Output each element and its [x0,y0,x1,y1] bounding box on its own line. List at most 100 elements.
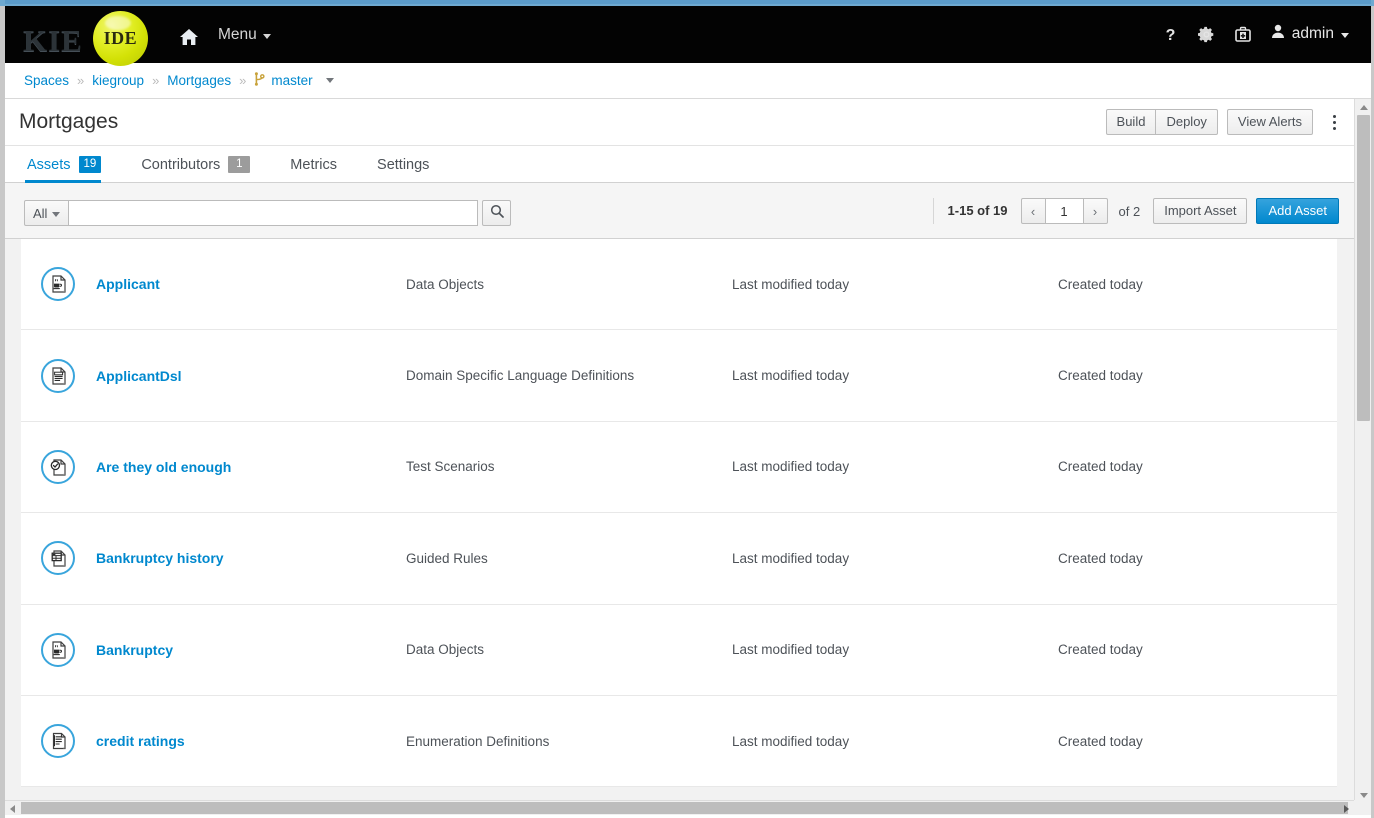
result-range-label: 1-15 of 19 [933,198,1008,224]
asset-last-modified: Last modified today [732,277,1058,292]
asset-last-modified: Last modified today [732,551,1058,566]
deploy-button[interactable]: Deploy [1155,109,1217,135]
tab-settings[interactable]: Settings [375,157,443,182]
asset-created: Created today [1058,277,1143,292]
breadcrumb-item-mortgages[interactable]: Mortgages [167,73,231,88]
table-row[interactable]: ApplicantDsl Domain Specific Language De… [21,330,1337,421]
home-icon[interactable] [178,27,200,47]
tab-metrics[interactable]: Metrics [288,157,351,182]
asset-name-link[interactable]: Bankruptcy [96,642,406,658]
search-icon [490,204,504,223]
horizontal-scrollbar[interactable] [5,800,1371,815]
asset-last-modified: Last modified today [732,459,1058,474]
table-row[interactable]: Applicant Data Objects Last modified tod… [21,239,1337,330]
tab-settings-label: Settings [377,157,429,173]
build-button[interactable]: Build [1106,109,1157,135]
brand-ball-logo: IDE [93,11,148,66]
asset-name-link[interactable]: credit ratings [96,733,406,749]
build-deploy-button-group: Build Deploy [1106,109,1218,135]
assets-toolbar: All 1-15 of 19 ‹ › of 2 Impor [5,183,1358,239]
add-asset-button[interactable]: Add Asset [1256,198,1339,224]
user-menu[interactable]: admin [1261,24,1355,44]
asset-type: Data Objects [406,277,732,292]
asset-type: Enumeration Definitions [406,734,732,749]
user-label: admin [1292,25,1334,43]
asset-created: Created today [1058,642,1143,657]
breadcrumb-branch-label: master [271,73,312,88]
table-row[interactable]: Bankruptcy Data Objects Last modified to… [21,605,1337,696]
chevron-down-icon [326,78,334,83]
svg-text:?: ? [1166,27,1176,43]
tab-assets-label: Assets [27,157,71,173]
dsl-document-icon [41,359,75,393]
asset-last-modified: Last modified today [732,642,1058,657]
tab-assets[interactable]: Assets 19 [25,156,115,182]
data-object-java-document-icon [41,633,75,667]
asset-created: Created today [1058,551,1143,566]
brand-primary-text: KIE [23,23,83,59]
code-branch-icon [254,72,265,89]
brand-logo[interactable]: KIE IDE [23,15,148,66]
page-number-input[interactable] [1046,198,1083,224]
breadcrumb-item-kiegroup[interactable]: kiegroup [92,73,144,88]
menu-dropdown[interactable]: Menu [218,26,271,44]
import-asset-button[interactable]: Import Asset [1153,198,1247,224]
asset-created: Created today [1058,459,1143,474]
asset-name-link[interactable]: ApplicantDsl [96,368,406,384]
table-row[interactable]: Bankruptcy history Guided Rules Last mod… [21,513,1337,604]
breadcrumb-separator: » [239,73,246,88]
search-input[interactable] [69,200,478,226]
chevron-down-icon [263,34,271,39]
tab-bar: Assets 19 Contributors 1 Metrics Setting… [5,146,1358,183]
user-avatar-icon [1271,24,1285,44]
chevron-down-icon [52,212,60,217]
breadcrumb-branch-selector[interactable]: master [254,72,333,89]
breadcrumb-separator: » [77,73,84,88]
application-window: KIE IDE Menu ? [0,0,1374,818]
page-header: Mortgages Build Deploy View Alerts [5,99,1358,146]
asset-created: Created today [1058,734,1143,749]
chevron-left-icon[interactable]: ‹ [1021,198,1046,224]
horizontal-scrollbar-thumb[interactable] [21,802,1348,814]
tab-contributors[interactable]: Contributors 1 [139,156,264,182]
brand-secondary-text: IDE [104,28,138,49]
window-frame-left [0,0,5,818]
vertical-scrollbar-thumb[interactable] [1357,115,1370,421]
gear-icon[interactable] [1189,5,1225,63]
breadcrumb-separator: » [152,73,159,88]
kebab-vertical-icon[interactable] [1325,109,1343,135]
page-title: Mortgages [19,110,118,134]
filter-type-dropdown[interactable]: All [24,200,69,226]
view-alerts-button[interactable]: View Alerts [1227,109,1313,135]
page-header-actions: Build Deploy View Alerts [1106,109,1343,135]
vertical-scrollbar[interactable] [1354,99,1371,803]
scroll-right-arrow-icon[interactable] [1339,801,1354,816]
first-aid-kit-icon[interactable] [1225,5,1261,63]
chevron-right-icon[interactable]: › [1083,198,1108,224]
tab-contributors-label: Contributors [141,157,220,173]
scroll-up-arrow-icon[interactable] [1355,99,1372,115]
filter-type-label: All [33,206,47,221]
guided-rule-table-document-icon [41,541,75,575]
data-object-java-document-icon [41,267,75,301]
scrollbar-corner [1354,800,1371,815]
tab-contributors-badge: 1 [228,156,250,173]
asset-name-link[interactable]: Applicant [96,276,406,292]
table-row[interactable]: Are they old enough Test Scenarios Last … [21,422,1337,513]
total-pages-label: of 2 [1119,204,1141,219]
asset-type: Domain Specific Language Definitions [406,368,732,383]
tab-assets-badge: 19 [79,156,102,173]
question-mark-icon[interactable]: ? [1153,5,1189,63]
breadcrumb-item-spaces[interactable]: Spaces [24,73,69,88]
asset-last-modified: Last modified today [732,368,1058,383]
asset-created: Created today [1058,368,1143,383]
asset-name-link[interactable]: Bankruptcy history [96,550,406,566]
table-row[interactable]: credit ratings Enumeration Definitions L… [21,696,1337,787]
asset-last-modified: Last modified today [732,734,1058,749]
search-group: All [24,200,511,226]
asset-name-link[interactable]: Are they old enough [96,459,406,475]
chevron-down-icon [1341,33,1349,38]
search-button[interactable] [482,200,511,226]
scroll-left-arrow-icon[interactable] [5,801,20,816]
asset-type: Data Objects [406,642,732,657]
